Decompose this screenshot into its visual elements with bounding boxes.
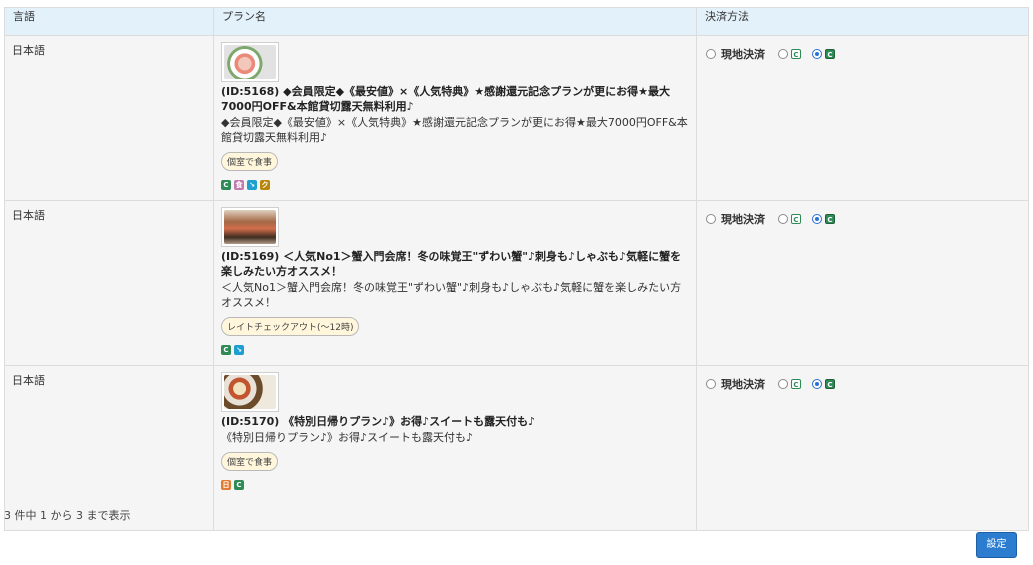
plan-id: (ID:5170) [221, 415, 280, 428]
radio-card-payment-1[interactable] [778, 214, 788, 224]
onsite-payment-label: 現地決済 [721, 213, 765, 226]
plan-title-text: 《特別日帰りプラン♪》お得♪スイートも露天付も♪ [283, 415, 536, 428]
plan-description: 《特別日帰りプラン♪》お得♪スイートも露天付も♪ [221, 431, 474, 444]
plan-id: (ID:5169) [221, 250, 280, 263]
set-button[interactable]: 設定 [976, 532, 1017, 558]
plan-id: (ID:5168) [221, 85, 280, 98]
day-icon: 日 [221, 480, 231, 490]
pagination-summary: 3 件中 1 から 3 まで表示 [4, 509, 131, 522]
plan-photo [224, 375, 276, 409]
plan-table: 言語 プラン名 決済方法 日本語 (ID:5168) ◆会員限定◆《最安値》×《人… [4, 7, 1029, 531]
radio-card-payment-2[interactable] [812, 49, 822, 59]
c-icon: C [791, 214, 801, 224]
radio-card-payment-1[interactable] [778, 49, 788, 59]
radio-card-payment-1[interactable] [778, 379, 788, 389]
plan-photo [224, 210, 276, 244]
c-icon: C [234, 480, 244, 490]
plan-title[interactable]: (ID:5170) 《特別日帰りプラン♪》お得♪スイートも露天付も♪ [221, 414, 690, 429]
table-header-row: 言語 プラン名 決済方法 [4, 7, 1029, 36]
meal-icon: 食 [234, 180, 244, 190]
plan-title[interactable]: (ID:5169) ＜人気No1＞蟹入門会席！冬の味覚王"ずわい蟹"♪刺身も♪し… [221, 249, 690, 279]
c-icon: C [825, 49, 835, 59]
onsite-payment-label: 現地決済 [721, 48, 765, 61]
plan-tag: 個室で食事 [221, 152, 279, 171]
payment-options: 現地決済 C C [703, 211, 1022, 227]
arrow-icon: ↘ [234, 345, 244, 355]
plan-title-text: ◆会員限定◆《最安値》×《人気特典》★感謝還元記念プランが更にお得★最大7000… [221, 85, 670, 113]
c-icon: C [825, 214, 835, 224]
onsite-payment-label: 現地決済 [721, 378, 765, 391]
plan-cell: (ID:5169) ＜人気No1＞蟹入門会席！冬の味覚王"ずわい蟹"♪刺身も♪し… [213, 200, 697, 366]
payment-options: 現地決済 C C [703, 376, 1022, 392]
plan-icons: C ↘ [221, 345, 690, 355]
plan-thumbnail[interactable] [221, 42, 279, 82]
header-plan-name: プラン名 [213, 7, 697, 36]
c-icon: C [791, 49, 801, 59]
plan-thumbnail[interactable] [221, 207, 279, 247]
language-cell: 日本語 [4, 365, 214, 531]
plan-tag: レイトチェックアウト(～12時) [221, 317, 360, 336]
c-icon: C [791, 379, 801, 389]
language-cell: 日本語 [4, 35, 214, 201]
payment-cell: 現地決済 C C [696, 365, 1029, 531]
plan-thumbnail[interactable] [221, 372, 279, 412]
radio-onsite-payment[interactable] [706, 49, 716, 59]
radio-card-payment-2[interactable] [812, 214, 822, 224]
plan-cell: (ID:5170) 《特別日帰りプラン♪》お得♪スイートも露天付も♪ 《特別日帰り… [213, 365, 697, 531]
language-cell: 日本語 [4, 200, 214, 366]
radio-card-payment-2[interactable] [812, 379, 822, 389]
c-icon: C [221, 345, 231, 355]
plan-photo [224, 45, 276, 79]
radio-onsite-payment[interactable] [706, 379, 716, 389]
plan-description: ＜人気No1＞蟹入門会席！冬の味覚王"ずわい蟹"♪刺身も♪しゃぶも♪気軽に蟹を楽… [221, 281, 682, 309]
plan-tag: 個室で食事 [221, 452, 279, 471]
header-language: 言語 [4, 7, 214, 36]
plan-icons: C 食 ↘ ク [221, 180, 690, 190]
table-row: 日本語 (ID:5168) ◆会員限定◆《最安値》×《人気特典》★感謝還元記念プラ… [4, 35, 1029, 201]
plan-cell: (ID:5168) ◆会員限定◆《最安値》×《人気特典》★感謝還元記念プランが更… [213, 35, 697, 201]
radio-onsite-payment[interactable] [706, 214, 716, 224]
plan-title[interactable]: (ID:5168) ◆会員限定◆《最安値》×《人気特典》★感謝還元記念プランが更… [221, 84, 690, 114]
payment-cell: 現地決済 C C [696, 35, 1029, 201]
plan-title-text: ＜人気No1＞蟹入門会席！冬の味覚王"ずわい蟹"♪刺身も♪しゃぶも♪気軽に蟹を楽… [221, 250, 682, 278]
plan-icons: 日C [221, 480, 690, 490]
table-row: 日本語 (ID:5169) ＜人気No1＞蟹入門会席！冬の味覚王"ずわい蟹"♪刺身… [4, 200, 1029, 366]
c-icon: C [221, 180, 231, 190]
table-row: 日本語 (ID:5170) 《特別日帰りプラン♪》お得♪スイートも露天付も♪ 《特別… [4, 365, 1029, 531]
plan-description: ◆会員限定◆《最安値》×《人気特典》★感謝還元記念プランが更にお得★最大7000… [221, 116, 688, 144]
payment-cell: 現地決済 C C [696, 200, 1029, 366]
arrow-icon: ↘ [247, 180, 257, 190]
payment-options: 現地決済 C C [703, 46, 1022, 62]
header-payment: 決済方法 [696, 7, 1029, 36]
c-icon: C [825, 379, 835, 389]
k-icon: ク [260, 180, 270, 190]
